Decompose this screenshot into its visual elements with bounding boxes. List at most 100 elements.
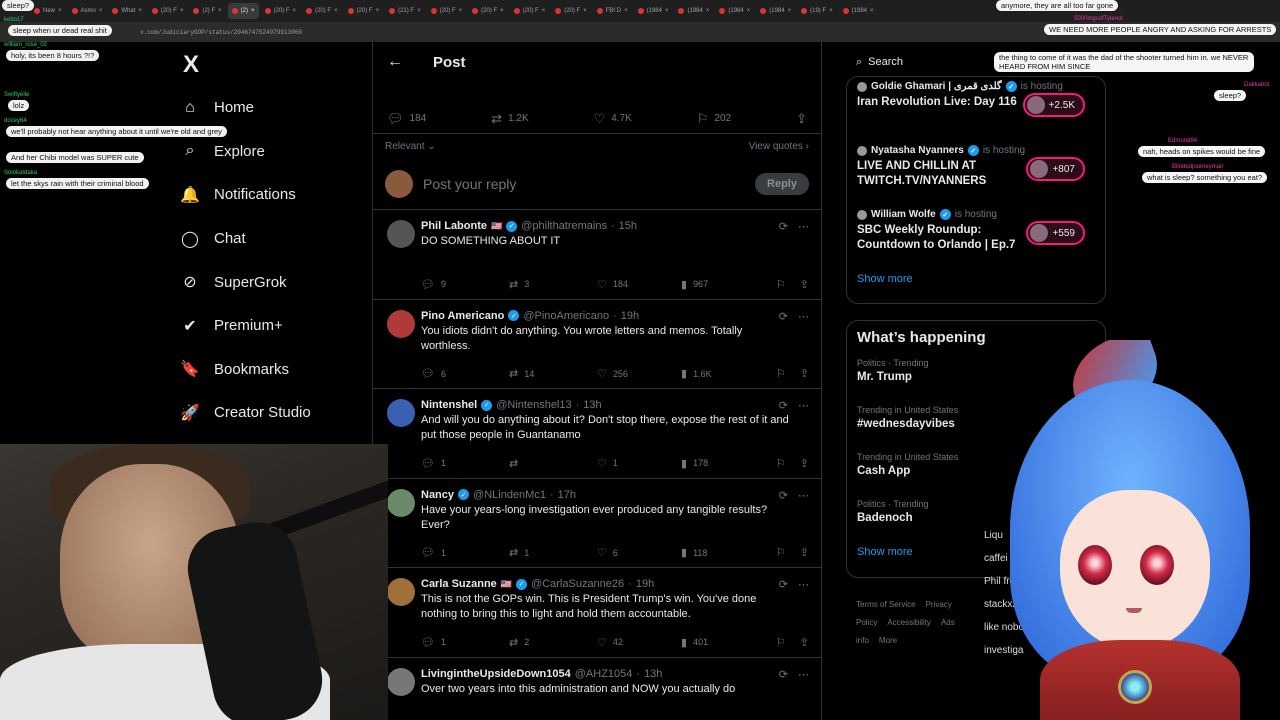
tab-close-icon[interactable]: × <box>293 8 297 14</box>
tab-close-icon[interactable]: × <box>251 8 255 14</box>
tab-close-icon[interactable]: × <box>334 8 338 14</box>
avatar[interactable] <box>387 578 415 606</box>
tab-close-icon[interactable]: × <box>747 8 751 14</box>
views-action[interactable]: ▮ 118 <box>681 546 771 559</box>
reply-timestamp[interactable]: 19h <box>621 310 639 322</box>
views-action[interactable]: ▮ 178 <box>681 457 771 470</box>
bookmark-icon[interactable]: ⚐ <box>776 636 786 649</box>
browser-tab[interactable]: FBI D × <box>593 3 632 19</box>
reply-action[interactable]: 💬︎ 1 <box>421 457 509 470</box>
live-space-item[interactable]: Nyatasha Nyanners ✓ is hosting LIVE AND CHI… <box>857 145 1095 209</box>
share-icon[interactable]: ⇪ <box>800 636 809 649</box>
space-listener-badge[interactable]: +807 <box>1026 157 1085 181</box>
reply-action[interactable]: 💬︎ 9 <box>421 278 509 291</box>
avatar[interactable] <box>387 309 415 338</box>
grok-icon[interactable]: ⟳ <box>779 578 788 591</box>
tab-close-icon[interactable]: × <box>218 8 222 14</box>
bookmark-icon[interactable]: ⚐ <box>776 278 786 291</box>
grok-icon[interactable]: ⟳ <box>779 310 788 323</box>
tab-close-icon[interactable]: × <box>180 8 184 14</box>
reply-author-handle[interactable]: @NLindenMc1 <box>473 489 546 501</box>
avatar[interactable] <box>387 399 415 427</box>
more-options-icon[interactable]: ⋯ <box>798 578 809 591</box>
reply-author-handle[interactable]: @philthatremains <box>521 220 607 232</box>
browser-tab[interactable]: (1984 × <box>634 3 673 19</box>
sidebar-item-chat[interactable]: ◯ Chat <box>180 217 370 261</box>
reply-timestamp[interactable]: 19h <box>636 578 654 590</box>
reply-input[interactable]: Post your reply <box>423 176 745 192</box>
browser-tab[interactable]: (20) F × <box>510 3 550 19</box>
footer-link[interactable]: More <box>879 636 897 645</box>
footer-link[interactable]: Accessibility <box>887 618 931 627</box>
browser-tab[interactable]: (20) F × <box>551 3 591 19</box>
space-listener-badge[interactable]: +2.5K <box>1022 93 1085 117</box>
reply-author-handle[interactable]: @AHZ1054 <box>575 668 633 680</box>
reply-button[interactable]: Reply <box>755 172 809 195</box>
repost-action[interactable]: ⇄ 2 <box>509 636 597 649</box>
sidebar-item-home[interactable]: ⌂ Home <box>180 86 370 130</box>
grok-icon[interactable]: ⟳ <box>779 668 788 681</box>
views-action[interactable]: ▮ 967 <box>681 278 771 291</box>
share-button[interactable]: ⇪ <box>796 111 807 127</box>
grok-icon[interactable]: ⟳ <box>779 220 788 233</box>
tab-close-icon[interactable]: × <box>829 8 833 14</box>
repost-action[interactable]: ⇄ <box>509 457 597 470</box>
browser-tab[interactable]: (20) F × <box>148 3 188 19</box>
reply-author-name[interactable]: Nintenshel <box>421 399 477 411</box>
tab-close-icon[interactable]: × <box>706 8 710 14</box>
live-space-item[interactable]: Goldie Ghamari | گلدی قمری ✓ is hosting Ira… <box>857 81 1095 145</box>
sort-dropdown[interactable]: Relevant ⌄ <box>385 141 436 152</box>
like-action[interactable]: ♡ 6 <box>597 546 681 559</box>
tab-close-icon[interactable]: × <box>624 8 628 14</box>
bookmark-icon[interactable]: ⚐ <box>776 367 786 380</box>
browser-tab[interactable]: (1984 × <box>839 3 878 19</box>
more-options-icon[interactable]: ⋯ <box>798 310 809 323</box>
browser-tab[interactable]: (1984 × <box>715 3 754 19</box>
reply-author-handle[interactable]: @Nintenshel13 <box>496 399 571 411</box>
browser-tab[interactable]: (20) F × <box>261 3 301 19</box>
more-options-icon[interactable]: ⋯ <box>798 489 809 502</box>
reply-author-name[interactable]: Pino Americano <box>421 310 504 322</box>
spaces-show-more-link[interactable]: Show more <box>857 273 1095 285</box>
sidebar-item-notifications[interactable]: 🔔 Notifications <box>180 173 370 217</box>
browser-tab[interactable]: (19) F × <box>797 3 837 19</box>
tab-close-icon[interactable]: × <box>665 8 669 14</box>
repost-action[interactable]: ⇄ 1 <box>509 546 597 559</box>
reply-timestamp[interactable]: 13h <box>583 399 601 411</box>
repost-action[interactable]: ⇄ 14 <box>509 367 597 380</box>
tab-close-icon[interactable]: × <box>500 8 504 14</box>
browser-tab[interactable]: (1984 × <box>756 3 795 19</box>
reply-author-name[interactable]: Nancy <box>421 489 454 501</box>
x-logo[interactable]: X <box>178 51 204 78</box>
avatar[interactable] <box>387 220 415 248</box>
tab-close-icon[interactable]: × <box>58 8 62 14</box>
footer-link[interactable]: Terms of Service <box>856 600 916 609</box>
browser-tab[interactable]: (21) F × <box>385 3 425 19</box>
browser-tab[interactable]: (2) × <box>227 3 259 19</box>
reply-action[interactable]: 💬︎ 1 <box>421 636 509 649</box>
views-action[interactable]: ▮ 401 <box>681 636 771 649</box>
browser-tab[interactable]: (20) F × <box>427 3 467 19</box>
like-action[interactable]: ♡ 42 <box>597 636 681 649</box>
browser-tab[interactable]: (20) F × <box>468 3 508 19</box>
reply-action[interactable]: 💬︎ 6 <box>421 367 509 380</box>
avatar[interactable] <box>385 169 413 198</box>
reply-author-handle[interactable]: @CarlaSuzanne26 <box>531 578 624 590</box>
share-icon[interactable]: ⇪ <box>800 546 809 559</box>
tab-close-icon[interactable]: × <box>417 8 421 14</box>
sidebar-item-creator-studio[interactable]: 🚀 Creator Studio <box>180 391 370 435</box>
browser-tab[interactable]: New × <box>30 3 66 19</box>
tab-close-icon[interactable]: × <box>376 8 380 14</box>
browser-tab[interactable]: Asmo × <box>68 3 107 19</box>
post-likes-stat[interactable]: ♡ 4.7K <box>594 111 632 127</box>
reply-author-handle[interactable]: @PinoAmericano <box>523 310 609 322</box>
tab-close-icon[interactable]: × <box>583 8 587 14</box>
browser-tab[interactable]: (2) F × <box>189 3 225 19</box>
tab-close-icon[interactable]: × <box>99 8 103 14</box>
tab-close-icon[interactable]: × <box>870 8 874 14</box>
reply-timestamp[interactable]: 15h <box>619 220 637 232</box>
address-bar-url[interactable]: x.com/JudiciaryGOP/status/20467475249799… <box>140 29 302 36</box>
sidebar-item-supergrok[interactable]: ⊘ SuperGrok <box>180 260 370 304</box>
reply-action[interactable]: 💬︎ 1 <box>421 546 509 559</box>
grok-icon[interactable]: ⟳ <box>779 489 788 502</box>
